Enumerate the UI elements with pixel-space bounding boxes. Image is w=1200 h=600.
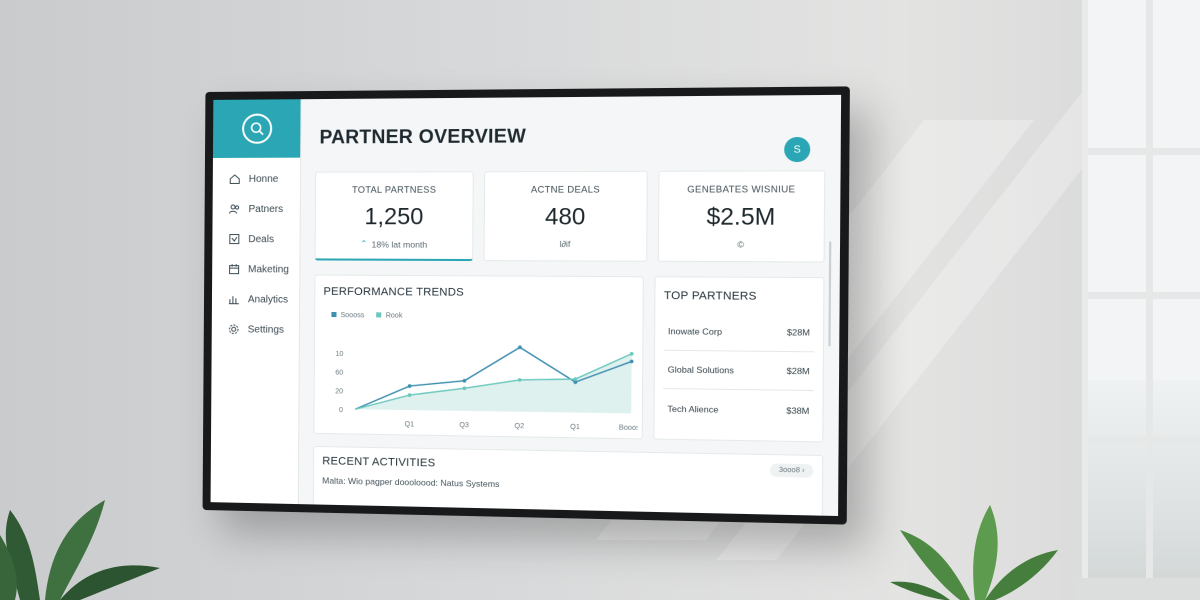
panel-title: TOP PARTNERS — [664, 290, 815, 303]
list-item[interactable]: Global Solutions $28M — [663, 351, 814, 391]
sidebar-item-deals[interactable]: Deals — [212, 224, 299, 254]
lower-row: PERFORMANCE TRENDS Soooss Rook 0 20 60 10 Q1… — [313, 275, 824, 443]
page-title: PARTNER OVERVIEW — [319, 124, 825, 149]
sidebar-item-label: Patners — [249, 203, 284, 214]
window-sill — [1074, 578, 1200, 600]
legend-swatch — [377, 312, 382, 317]
top-partners-list: Inowate Corp $28M Global Solutions $28M … — [663, 313, 814, 430]
sidebar-item-label: Honne — [249, 173, 279, 184]
partner-name: Inowate Corp — [668, 326, 722, 337]
x-tick-label: Q1 — [405, 421, 415, 428]
partner-name: Tech Alience — [667, 403, 718, 414]
window-mullion — [1146, 0, 1153, 600]
legend-item[interactable]: Soooss — [331, 312, 364, 319]
gear-icon — [228, 323, 240, 335]
panel-title: RECENT ACTIVITIES — [322, 455, 813, 477]
arrow-up-icon: ⌃ — [360, 238, 367, 249]
x-tick-label: Q3 — [459, 422, 469, 429]
plant-right — [890, 500, 1060, 600]
kpi-sub-text: l∂if — [560, 239, 571, 249]
partner-name: Global Solutions — [668, 364, 734, 375]
avatar[interactable]: S — [784, 137, 810, 162]
sidebar-item-settings[interactable]: Settings — [212, 314, 299, 345]
sidebar-item-marketing[interactable]: Maketing — [212, 254, 299, 285]
legend-item[interactable]: Rook — [377, 312, 403, 319]
plant-left — [0, 480, 170, 600]
legend-label: Rook — [386, 312, 403, 319]
performance-line-chart[interactable]: 0 20 60 10 Q1 Q3 Q2 Q1 Boooss — [320, 328, 638, 434]
users-icon — [229, 203, 241, 215]
recent-activities-panel: RECENT ACTIVITIES 3ooo8 › Malta: Wio pag… — [313, 446, 823, 516]
partner-value: $28M — [787, 366, 810, 377]
main-content: PARTNER OVERVIEW S TOTAL PARTNESS 1,250 … — [299, 95, 841, 516]
kpi-label: ACTNE DEALS — [531, 184, 600, 194]
window — [1082, 0, 1200, 600]
tv-display: Honne Patners Deals Maketing Analytics S… — [203, 86, 850, 524]
view-more-button[interactable]: 3ooo8 › — [770, 463, 813, 477]
search-icon — [241, 114, 271, 144]
sidebar-item-analytics[interactable]: Analytics — [212, 284, 299, 315]
sidebar-nav: Honne Patners Deals Maketing Analytics S… — [212, 158, 300, 345]
dashboard-screen: Honne Patners Deals Maketing Analytics S… — [211, 95, 842, 516]
x-tick-label: Q2 — [514, 423, 524, 430]
view-more-label: 3ooo8 — [779, 467, 800, 475]
sidebar-item-label: Analytics — [248, 294, 288, 305]
activity-item[interactable]: Malta: Wio pagper doooloood: Natus Syste… — [322, 475, 813, 495]
calendar-icon — [228, 263, 240, 275]
x-tick-label: Q1 — [570, 424, 580, 431]
kpi-label: GENEBATES WISNIUE — [687, 184, 795, 195]
y-tick-label: 0 — [339, 407, 343, 414]
series-area — [355, 351, 632, 414]
kpi-sub: ⌃ 18% lat month — [360, 238, 427, 249]
kpi-cards: TOTAL PARTNESS 1,250 ⌃ 18% lat month ACT… — [315, 170, 826, 262]
kpi-card-active-deals[interactable]: ACTNE DEALS 480 l∂if — [484, 171, 648, 262]
sidebar-item-label: Maketing — [248, 264, 289, 275]
kpi-sub-text: 18% lat month — [372, 239, 428, 249]
sidebar-item-label: Settings — [248, 324, 284, 335]
chart-legend: Soooss Rook — [331, 312, 634, 322]
sidebar-item-label: Deals — [248, 234, 274, 245]
x-tick-label: Boooss — [619, 425, 638, 433]
kpi-card-total-partners[interactable]: TOTAL PARTNESS 1,250 ⌃ 18% lat month — [315, 171, 475, 261]
kpi-value: 480 — [545, 203, 585, 231]
kpi-label: TOTAL PARTNESS — [352, 185, 436, 195]
kpi-value: 1,250 — [364, 203, 423, 230]
y-tick-label: 10 — [335, 351, 343, 358]
logo[interactable] — [213, 99, 301, 158]
y-tick-label: 20 — [335, 388, 343, 395]
home-icon — [229, 173, 241, 185]
window-bar — [1088, 292, 1200, 299]
legend-label: Soooss — [341, 312, 365, 319]
legend-swatch — [331, 312, 336, 317]
sidebar-item-partners[interactable]: Patners — [212, 194, 299, 224]
kpi-card-generated-revenue[interactable]: GENEBATES WISNIUE $2.5M © — [657, 170, 825, 262]
list-item[interactable]: Tech Alience $38M — [663, 389, 814, 430]
window-bar — [1088, 148, 1200, 155]
sidebar-item-home[interactable]: Honne — [213, 164, 300, 194]
panel-title: PERFORMANCE TRENDS — [323, 286, 634, 300]
top-partners-panel: TOP PARTNERS Inowate Corp $28M Global So… — [653, 276, 824, 442]
analytics-icon — [228, 293, 240, 305]
y-tick-label: 60 — [335, 370, 343, 377]
partner-value: $38M — [786, 405, 809, 416]
window-view — [1088, 380, 1200, 580]
window-bar — [1088, 436, 1200, 443]
deals-icon — [228, 233, 240, 245]
kpi-value: $2.5M — [706, 203, 775, 231]
partner-value: $28M — [787, 327, 810, 338]
scrollbar[interactable] — [828, 242, 831, 347]
kpi-sub-text: © — [737, 239, 744, 249]
sidebar: Honne Patners Deals Maketing Analytics S… — [211, 99, 302, 504]
list-item[interactable]: Inowate Corp $28M — [664, 313, 815, 353]
performance-trends-panel: PERFORMANCE TRENDS Soooss Rook 0 20 60 10 Q1… — [313, 275, 644, 440]
